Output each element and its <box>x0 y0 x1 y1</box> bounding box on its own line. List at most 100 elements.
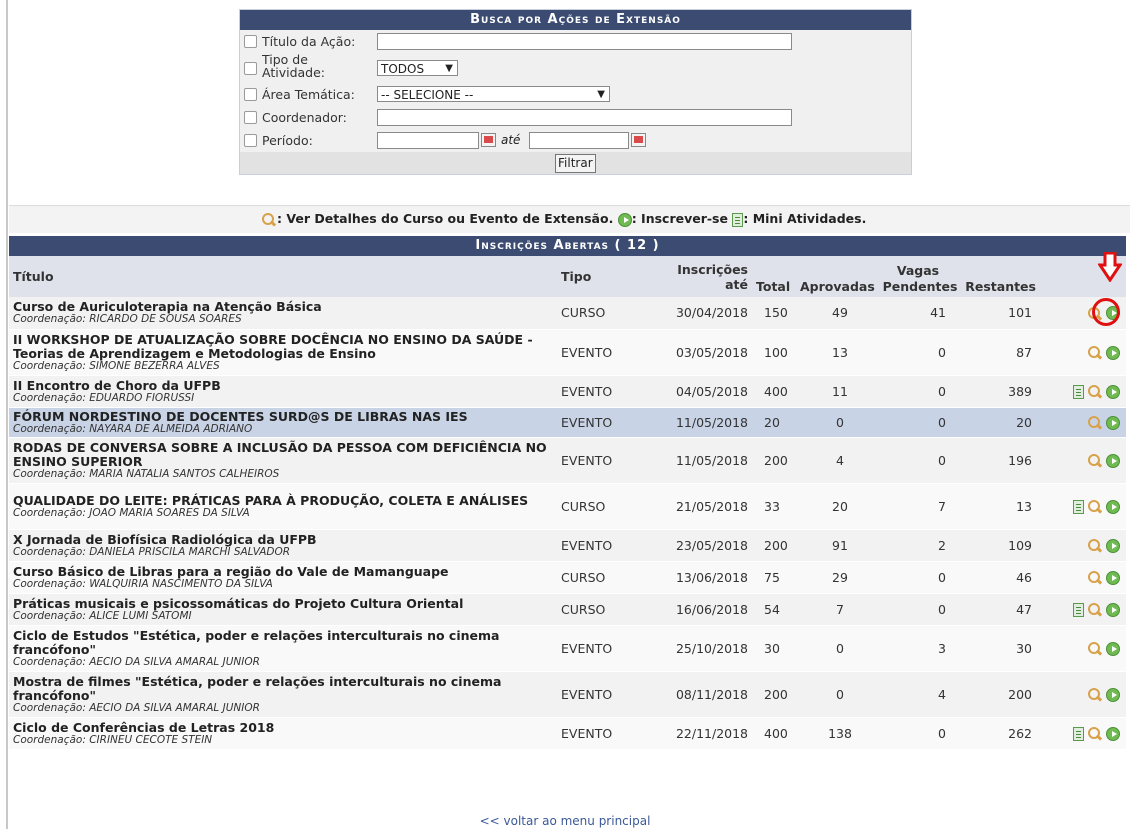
row-total: 54 <box>752 593 800 626</box>
view-details-icon[interactable] <box>1087 415 1103 430</box>
enroll-icon[interactable] <box>1106 345 1120 360</box>
row-inscricoes-ate: 03/05/2018 <box>662 329 752 376</box>
col-vagas-group: Vagas Aprovadas Pendentes Restantes <box>800 256 1036 297</box>
table-row: II Encontro de Choro da UFPB Coordenação:… <box>9 375 1126 408</box>
dropdown-arrow-icon: ▼ <box>445 63 453 74</box>
field-area-row: Área Temática: -- SELECIONE -- ▼ <box>240 83 911 106</box>
tipo-checkbox[interactable] <box>244 62 257 75</box>
row-tipo: EVENTO <box>557 407 662 438</box>
row-tipo: EVENTO <box>557 529 662 562</box>
coordenador-input[interactable] <box>377 109 792 126</box>
row-title-cell: FÓRUM NORDESTINO DE DOCENTES SURD@S DE L… <box>9 407 557 438</box>
table-row: Curso de Auriculoterapia na Atenção Bási… <box>9 297 1126 330</box>
titulo-checkbox[interactable] <box>244 35 257 48</box>
col-vagas: Vagas <box>896 263 940 278</box>
enroll-icon[interactable] <box>1106 726 1120 741</box>
row-tipo: EVENTO <box>557 717 662 750</box>
view-details-icon[interactable] <box>1087 726 1103 741</box>
row-restantes: 262 <box>960 717 1036 750</box>
enroll-icon[interactable] <box>1106 641 1120 656</box>
field-coordenador-row: Coordenador: <box>240 106 911 129</box>
table-row: II WORKSHOP DE ATUALIZAÇÃO SOBRE DOCÊNCI… <box>9 329 1126 376</box>
area-select[interactable]: -- SELECIONE -- ▼ <box>377 86 610 102</box>
mini-activities-icon[interactable] <box>1073 726 1084 741</box>
tipo-label-line2: Atividade: <box>262 65 326 80</box>
row-title: Ciclo de Conferências de Letras 2018 <box>13 719 275 735</box>
enroll-icon[interactable] <box>1106 384 1120 399</box>
filtrar-button[interactable]: Filtrar <box>555 154 596 173</box>
enroll-icon[interactable] <box>1106 602 1120 617</box>
titulo-input[interactable] <box>377 33 792 50</box>
row-aprovadas: 0 <box>800 671 880 718</box>
enroll-icon[interactable] <box>1106 570 1120 585</box>
view-details-icon[interactable] <box>1087 453 1103 468</box>
row-total: 200 <box>752 437 800 484</box>
row-pendentes: 41 <box>880 297 960 330</box>
row-tipo: CURSO <box>557 483 662 530</box>
row-aprovadas: 7 <box>800 593 880 626</box>
row-restantes: 47 <box>960 593 1036 626</box>
view-details-icon[interactable] <box>1087 345 1103 360</box>
coordenador-checkbox[interactable] <box>244 111 257 124</box>
row-tipo: EVENTO <box>557 625 662 672</box>
row-actions <box>1036 671 1126 718</box>
magnifier-icon <box>261 212 277 227</box>
calendar-icon[interactable] <box>631 133 646 147</box>
view-details-icon[interactable] <box>1087 538 1103 553</box>
row-restantes: 13 <box>960 483 1036 530</box>
row-coordinator: Coordenação: WALQUIRIA NASCIMENTO DA SIL… <box>13 577 273 590</box>
enroll-icon[interactable] <box>1106 499 1120 514</box>
row-pendentes: 0 <box>880 561 960 594</box>
view-details-icon[interactable] <box>1087 384 1103 399</box>
row-title-cell: II WORKSHOP DE ATUALIZAÇÃO SOBRE DOCÊNCI… <box>9 329 557 376</box>
row-coordinator: Coordenação: MARIA NATALIA SANTOS CALHEI… <box>13 467 280 480</box>
row-total: 400 <box>752 375 800 408</box>
periodo-checkbox[interactable] <box>244 134 257 147</box>
row-inscricoes-ate: 22/11/2018 <box>662 717 752 750</box>
row-tipo: CURSO <box>557 297 662 330</box>
vagas-subheaders: Aprovadas Pendentes Restantes <box>800 279 1036 297</box>
mini-activities-icon[interactable] <box>1073 602 1084 617</box>
row-title-cell: Práticas musicais e psicossomáticas do P… <box>9 593 557 626</box>
field-periodo-row: Período: até <box>240 129 911 152</box>
view-details-icon[interactable] <box>1087 687 1103 702</box>
periodo-from-input[interactable] <box>377 132 479 149</box>
mini-activities-icon[interactable] <box>1073 499 1084 514</box>
row-coordinator: Coordenação: NAYARA DE ALMEIDA ADRIANO <box>13 422 253 435</box>
row-coordinator: Coordenação: AECIO DA SILVA AMARAL JUNIO… <box>13 701 260 714</box>
row-coordinator: Coordenação: EDUARDO FIORUSSI <box>13 391 195 404</box>
enroll-icon[interactable] <box>1106 415 1120 430</box>
view-details-icon[interactable] <box>1087 602 1103 617</box>
legend-inscrever-text: : Inscrever-se <box>631 211 728 226</box>
periodo-to-input[interactable] <box>529 132 629 149</box>
row-actions <box>1036 561 1126 594</box>
view-details-icon[interactable] <box>1087 570 1103 585</box>
row-restantes: 87 <box>960 329 1036 376</box>
row-title-cell: Curso Básico de Libras para a região do … <box>9 561 557 594</box>
area-label: Área Temática: <box>262 87 355 102</box>
row-total: 75 <box>752 561 800 594</box>
calendar-icon[interactable] <box>481 133 496 147</box>
row-title: II Encontro de Choro da UFPB <box>13 377 221 393</box>
mini-activities-icon[interactable] <box>1073 384 1084 399</box>
row-inscricoes-ate: 21/05/2018 <box>662 483 752 530</box>
area-checkbox[interactable] <box>244 88 257 101</box>
enroll-icon[interactable] <box>1106 687 1120 702</box>
row-title-cell: X Jornada de Biofísica Radiológica da UF… <box>9 529 557 562</box>
row-inscricoes-ate: 13/06/2018 <box>662 561 752 594</box>
view-details-icon[interactable] <box>1087 641 1103 656</box>
enroll-icon[interactable] <box>1106 453 1120 468</box>
row-title: Ciclo de Estudos "Estética, poder e rela… <box>13 627 500 657</box>
view-details-icon[interactable] <box>1087 499 1103 514</box>
row-actions <box>1036 329 1126 376</box>
tipo-select[interactable]: TODOS ▼ <box>377 60 458 76</box>
row-tipo: EVENTO <box>557 375 662 408</box>
enroll-icon[interactable] <box>1106 538 1120 553</box>
col-inscricoes-line2: até <box>725 276 748 292</box>
row-total: 150 <box>752 297 800 330</box>
back-to-main-menu-link[interactable]: << voltar ao menu principal <box>0 814 1130 828</box>
row-total: 200 <box>752 529 800 562</box>
red-circle-annotation <box>1092 298 1120 326</box>
row-restantes: 46 <box>960 561 1036 594</box>
row-tipo: CURSO <box>557 593 662 626</box>
